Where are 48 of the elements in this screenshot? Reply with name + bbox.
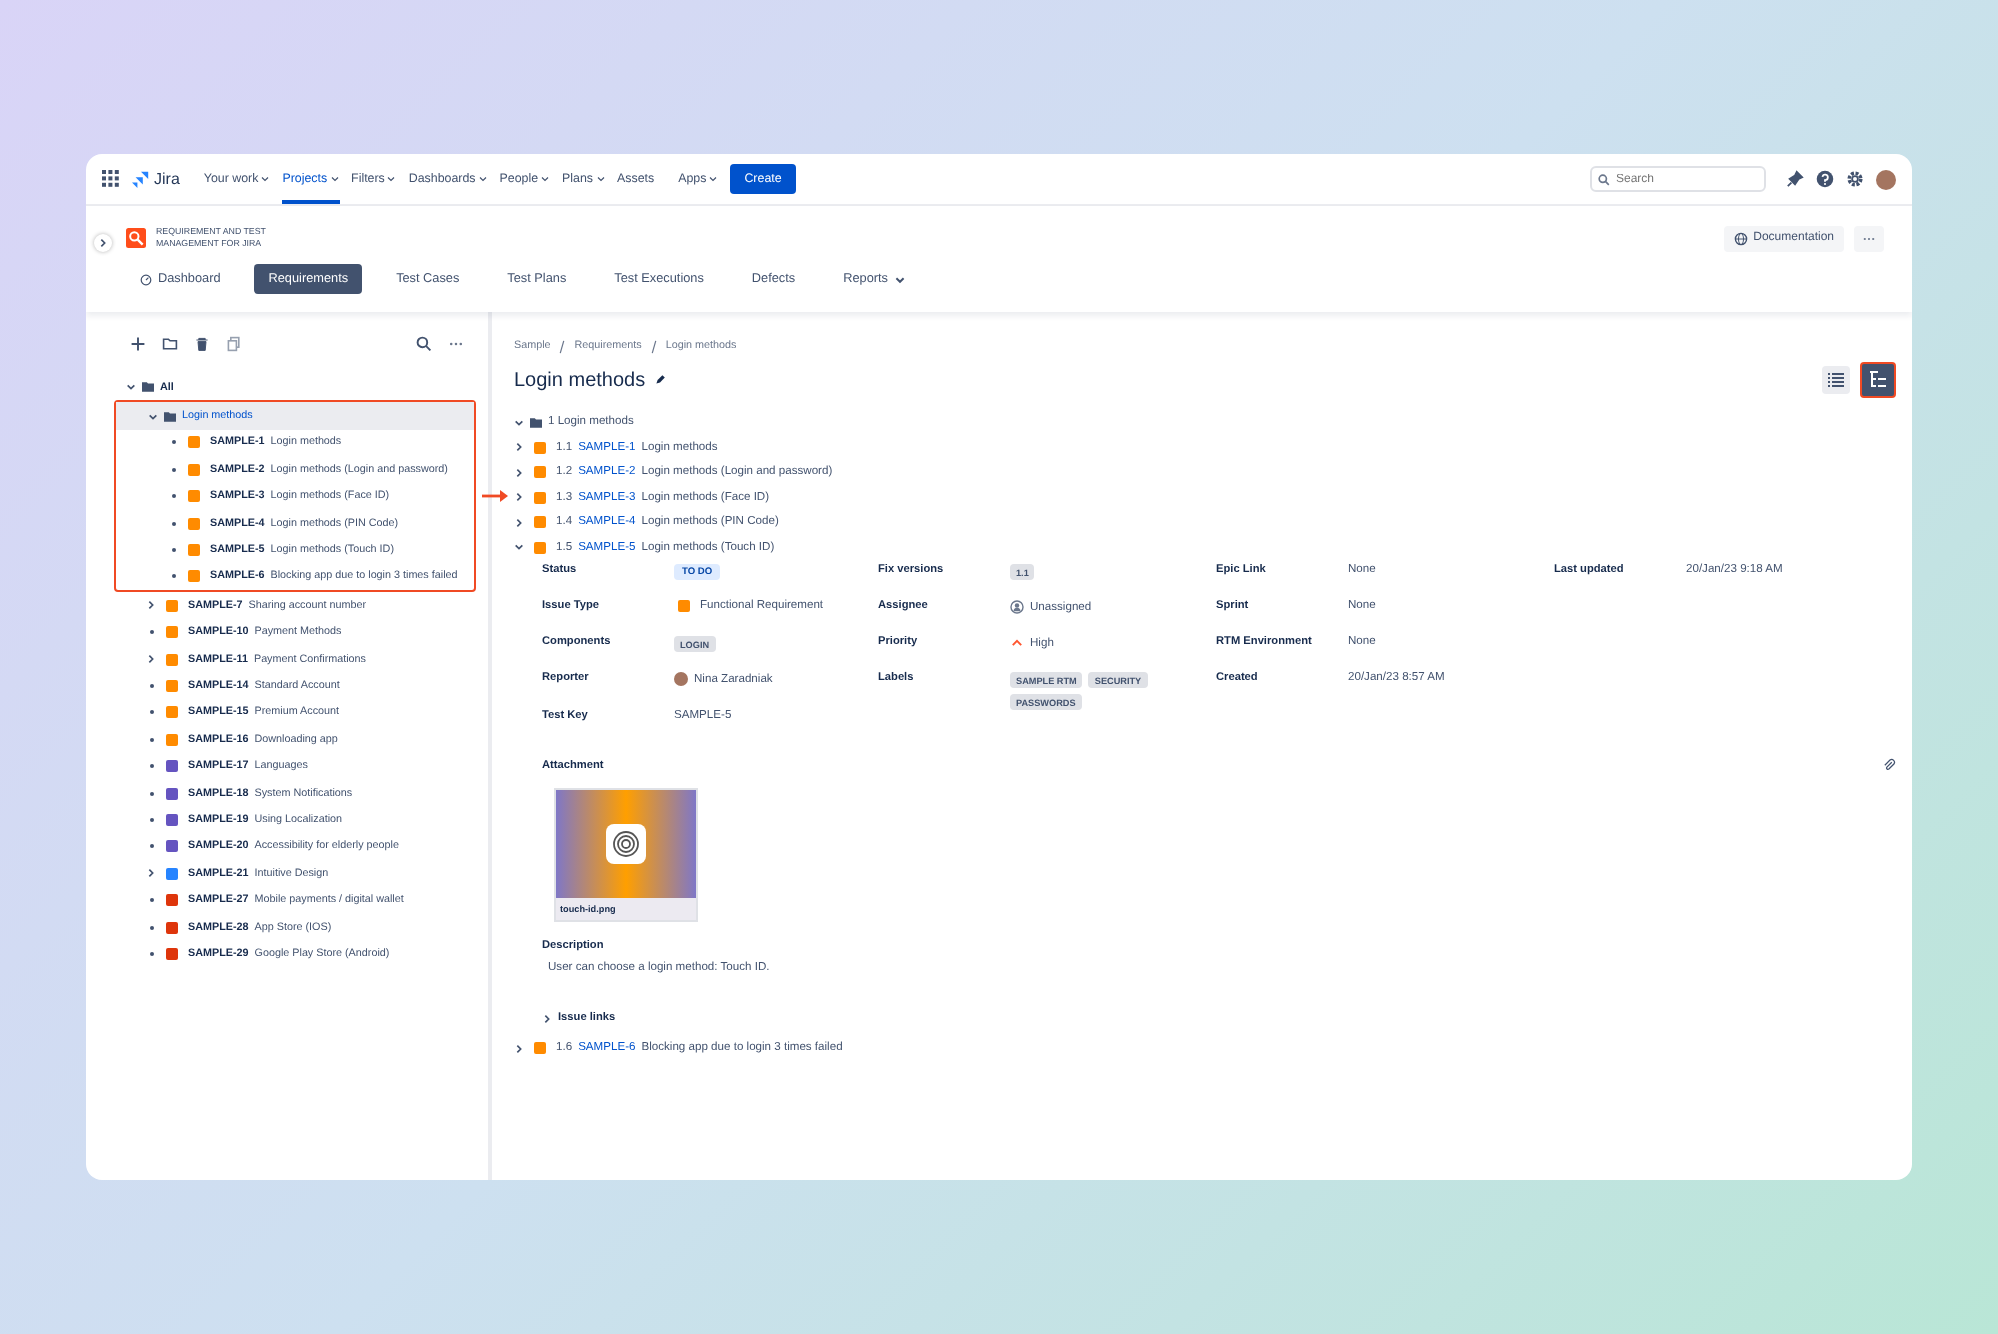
chevron-right-icon[interactable] (146, 868, 156, 879)
chevron-right-icon[interactable] (514, 492, 524, 503)
paperclip-icon[interactable] (1882, 758, 1896, 772)
annotation-arrow (482, 488, 510, 504)
trash-icon[interactable] (194, 336, 210, 352)
folder-icon[interactable] (162, 336, 178, 352)
issue-type-icon (678, 600, 690, 612)
pencil-icon[interactable] (653, 374, 666, 386)
logo-icon (132, 170, 150, 188)
chevron-down-icon[interactable] (126, 382, 136, 393)
chevron-right-icon[interactable] (542, 1013, 552, 1023)
chevron-right-icon[interactable] (514, 467, 524, 478)
chevron-right-icon[interactable] (146, 654, 156, 665)
dashboard-icon (140, 273, 152, 285)
app-name: Jira (154, 170, 180, 188)
chevron-right-icon[interactable] (514, 517, 524, 528)
tree-icon (1868, 370, 1888, 390)
folder-icon (164, 411, 176, 422)
add-icon[interactable] (130, 336, 146, 352)
page-title: Login methods (514, 369, 646, 391)
chevron-right-icon[interactable] (514, 442, 524, 453)
chevron-right-icon[interactable] (146, 600, 156, 611)
expand-sidebar-button[interactable] (94, 234, 112, 252)
user-avatar[interactable] (1876, 169, 1896, 189)
app-logo-icon (126, 228, 146, 248)
copy-icon[interactable] (226, 336, 242, 352)
issue-type-icon (534, 1042, 546, 1055)
list-icon (1826, 370, 1846, 390)
breadcrumb-separator-icon (558, 340, 567, 354)
tree-view-button[interactable] (1860, 362, 1896, 398)
chevron-right-icon[interactable] (514, 1043, 524, 1054)
app-grid-icon[interactable] (102, 170, 120, 188)
globe-icon (1733, 231, 1748, 245)
folder-icon (530, 417, 542, 428)
user-icon (1010, 600, 1024, 614)
breadcrumb-separator-icon (649, 340, 658, 354)
chevron-down-icon[interactable] (514, 542, 524, 553)
search-icon (1598, 173, 1610, 185)
chevron-down-icon[interactable] (514, 417, 524, 428)
help-icon[interactable] (1816, 170, 1834, 188)
priority-high-icon (1010, 636, 1024, 650)
settings-icon[interactable] (1846, 170, 1864, 188)
search-icon[interactable] (416, 336, 432, 352)
folder-icon (142, 382, 154, 393)
chevron-right-icon (98, 238, 108, 248)
chevron-down-icon[interactable] (148, 411, 158, 422)
list-view-button[interactable] (1822, 366, 1850, 394)
user-avatar (674, 672, 688, 686)
